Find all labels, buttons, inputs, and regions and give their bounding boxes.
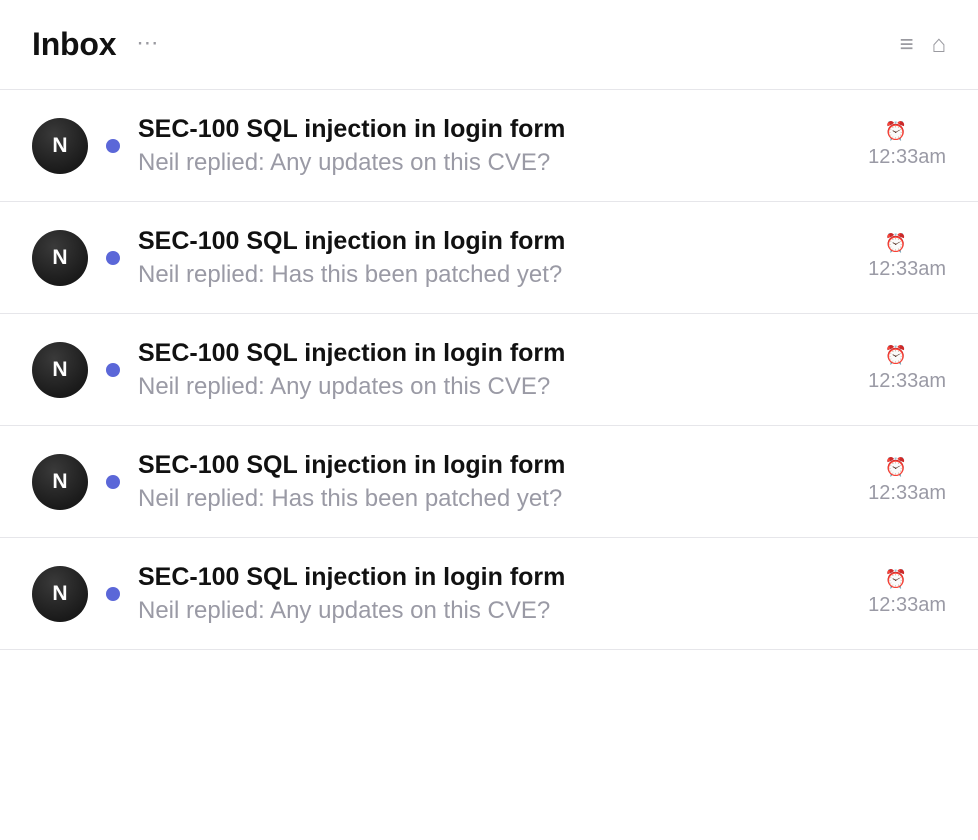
unread-indicator xyxy=(106,139,120,153)
alarm-clock-icon: ⏰ xyxy=(884,569,908,589)
alarm-clock-icon: ⏰ xyxy=(884,345,908,365)
message-meta: ⏰ 12:33am xyxy=(846,120,946,170)
avatar: N xyxy=(32,118,88,174)
message-time: 12:33am xyxy=(868,482,946,504)
message-title: SEC-100 SQL injection in login form xyxy=(138,227,566,255)
message-row[interactable]: N SEC-100 SQL injection in login form Ne… xyxy=(0,538,978,650)
message-content: SEC-100 SQL injection in login form Neil… xyxy=(138,225,778,291)
more-options-icon[interactable]: ⋯ xyxy=(136,31,159,54)
unread-indicator xyxy=(106,475,120,489)
message-preview: Neil replied: Any updates on this CVE? xyxy=(138,597,551,624)
avatar: N xyxy=(32,230,88,286)
message-content: SEC-100 SQL injection in login form Neil… xyxy=(138,113,778,179)
message-row[interactable]: N SEC-100 SQL injection in login form Ne… xyxy=(0,426,978,538)
page-title: Inbox xyxy=(32,26,117,62)
message-content: SEC-100 SQL injection in login form Neil… xyxy=(138,561,778,627)
message-preview: Neil replied: Any updates on this CVE? xyxy=(138,149,551,176)
message-meta: ⏰ 12:33am xyxy=(846,344,946,394)
message-meta: ⏰ 12:33am xyxy=(846,456,946,506)
message-title: SEC-100 SQL injection in login form xyxy=(138,115,566,143)
unread-indicator xyxy=(106,251,120,265)
menu-icon[interactable]: ≡ xyxy=(899,33,913,57)
unread-indicator xyxy=(106,363,120,377)
unread-indicator xyxy=(106,587,120,601)
header-actions: ≡ ⌂ xyxy=(899,0,946,90)
home-icon[interactable]: ⌂ xyxy=(932,33,947,57)
avatar: N xyxy=(32,342,88,398)
message-title: SEC-100 SQL injection in login form xyxy=(138,563,566,591)
message-row[interactable]: N SEC-100 SQL injection in login form Ne… xyxy=(0,314,978,426)
message-meta: ⏰ 12:33am xyxy=(846,232,946,282)
message-content: SEC-100 SQL injection in login form Neil… xyxy=(138,337,778,403)
message-row[interactable]: N SEC-100 SQL injection in login form Ne… xyxy=(0,202,978,314)
alarm-clock-icon: ⏰ xyxy=(884,457,908,477)
inbox-header: Inbox ⋯ ≡ ⌂ xyxy=(0,0,978,90)
avatar: N xyxy=(32,566,88,622)
alarm-clock-icon: ⏰ xyxy=(884,233,908,253)
message-preview: Neil replied: Has this been patched yet? xyxy=(138,485,563,512)
message-row[interactable]: N SEC-100 SQL injection in login form Ne… xyxy=(0,90,978,202)
message-title: SEC-100 SQL injection in login form xyxy=(138,451,566,479)
alarm-clock-icon: ⏰ xyxy=(884,121,908,141)
message-preview: Neil replied: Has this been patched yet? xyxy=(138,261,563,288)
avatar: N xyxy=(32,454,88,510)
message-time: 12:33am xyxy=(868,370,946,392)
message-time: 12:33am xyxy=(868,258,946,280)
message-title: SEC-100 SQL injection in login form xyxy=(138,339,566,367)
message-meta: ⏰ 12:33am xyxy=(846,568,946,618)
message-time: 12:33am xyxy=(868,594,946,616)
message-content: SEC-100 SQL injection in login form Neil… xyxy=(138,449,778,515)
message-list: N SEC-100 SQL injection in login form Ne… xyxy=(0,90,978,650)
message-preview: Neil replied: Any updates on this CVE? xyxy=(138,373,551,400)
message-time: 12:33am xyxy=(868,146,946,168)
